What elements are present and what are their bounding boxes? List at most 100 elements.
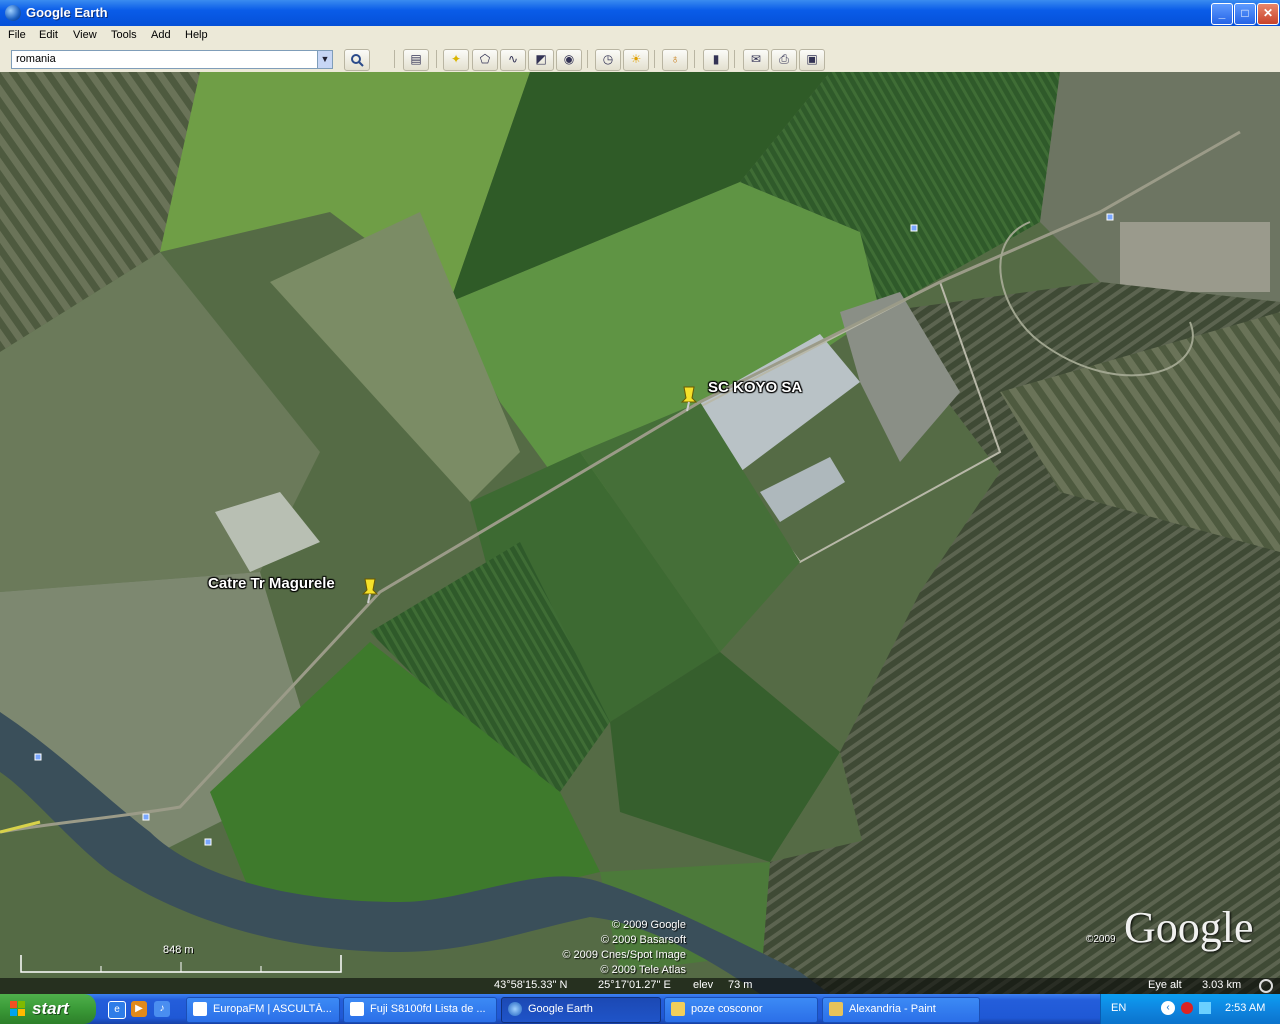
- email-button[interactable]: ✉: [743, 49, 769, 71]
- streaming-status-icon: [1259, 979, 1273, 993]
- planets-button[interactable]: ♁: [662, 49, 688, 71]
- logo-copyright-year: ©2009: [1086, 934, 1116, 945]
- window-title: Google Earth: [26, 5, 108, 20]
- polygon-icon: ⬠: [479, 52, 491, 66]
- menu-bar: File Edit View Tools Add Help: [0, 26, 1280, 46]
- sunlight-icon: ☀: [630, 52, 642, 66]
- clock: 2:53 AM: [1225, 1002, 1266, 1014]
- yellow-pushpin-icon[interactable]: [678, 384, 700, 412]
- sidebar-button[interactable]: ▤: [403, 49, 429, 71]
- paint-icon: [829, 1002, 843, 1016]
- task-label: Alexandria - Paint: [849, 1003, 936, 1015]
- sidebar-icon: ▤: [410, 52, 422, 66]
- toolbar-separator: [436, 50, 437, 68]
- folder-icon: [671, 1002, 685, 1016]
- credit-line: © 2009 Basarsoft: [600, 934, 686, 946]
- placemark-label-magurele[interactable]: Catre Tr Magurele: [208, 575, 335, 592]
- windows-taskbar: start e ▶ ♪ EuropaFM | ASCULTĂ... Fuji S…: [0, 994, 1280, 1024]
- path-icon: ∿: [507, 52, 519, 66]
- task-label: Google Earth: [528, 1003, 593, 1015]
- menu-add[interactable]: Add: [151, 29, 171, 41]
- map-export-icon: ▣: [806, 52, 818, 66]
- browser-icon: [350, 1002, 364, 1016]
- close-button[interactable]: ✕: [1257, 3, 1279, 25]
- menu-tools[interactable]: Tools: [111, 29, 137, 41]
- maximize-button[interactable]: □: [1234, 3, 1256, 25]
- start-button[interactable]: start: [0, 994, 96, 1024]
- collapse-tray-icon[interactable]: ‹: [1161, 1001, 1175, 1015]
- toolbar-separator: [734, 50, 735, 68]
- browser-icon: [193, 1002, 207, 1016]
- task-label: poze cosconor: [691, 1003, 763, 1015]
- menu-file[interactable]: File: [8, 29, 26, 41]
- volume-icon[interactable]: [1199, 1002, 1211, 1014]
- messenger-quicklaunch-icon[interactable]: ♪: [154, 1001, 170, 1017]
- credit-line: © 2009 Google: [611, 919, 686, 931]
- sunlight-button[interactable]: ☀: [623, 49, 649, 71]
- minimize-button[interactable]: _: [1211, 3, 1233, 25]
- eye-alt-label: Eye alt: [1148, 979, 1182, 991]
- record-tour-button[interactable]: ◉: [556, 49, 582, 71]
- historical-imagery-icon: ◷: [602, 52, 614, 66]
- elevation-label: elev: [693, 979, 714, 991]
- windows-logo-icon: [10, 1001, 25, 1016]
- start-label: start: [32, 999, 69, 1018]
- toolbar-separator: [694, 50, 695, 68]
- print-icon: ⎙: [779, 52, 789, 66]
- add-path-button[interactable]: ∿: [500, 49, 526, 71]
- historical-imagery-button[interactable]: ◷: [595, 49, 621, 71]
- ruler-button[interactable]: ▮: [703, 49, 729, 71]
- title-bar: Google Earth _ □ ✕: [0, 0, 1280, 26]
- google-earth-app-icon: [5, 5, 21, 21]
- longitude-readout: 25°17'01.27" E: [598, 979, 671, 991]
- toolbar-separator: [587, 50, 588, 68]
- satellite-imagery[interactable]: [0, 72, 1280, 994]
- language-indicator[interactable]: EN: [1111, 1002, 1126, 1014]
- add-placemark-button[interactable]: ✦: [443, 49, 469, 71]
- toolbar-separator: [394, 50, 395, 68]
- placemark-label-koyo[interactable]: SC KOYO SA: [708, 379, 802, 396]
- credit-line: © 2009 Cnes/Spot Image: [562, 949, 686, 961]
- credit-line: © 2009 Tele Atlas: [600, 964, 686, 976]
- chevron-down-icon[interactable]: ▼: [317, 51, 332, 68]
- imagery-credits: © 2009 Google © 2009 Basarsoft © 2009 Cn…: [540, 918, 686, 978]
- google-earth-icon: [508, 1002, 522, 1016]
- system-tray: EN ‹ 2:53 AM: [1100, 994, 1280, 1024]
- media-player-quicklaunch-icon[interactable]: ▶: [131, 1001, 147, 1017]
- status-bar: 43°58'15.33" N 25°17'01.27" E elev 73 m …: [0, 978, 1280, 994]
- task-google-earth[interactable]: Google Earth: [501, 997, 661, 1023]
- add-polygon-button[interactable]: ⬠: [472, 49, 498, 71]
- image-overlay-button[interactable]: ◩: [528, 49, 554, 71]
- task-fuji[interactable]: Fuji S8100fd Lista de ...: [343, 997, 497, 1023]
- record-tour-icon: ◉: [563, 52, 575, 66]
- placemark-icon: ✦: [450, 52, 462, 66]
- ie-quicklaunch-icon[interactable]: e: [108, 1001, 126, 1019]
- network-icon[interactable]: [1181, 1002, 1193, 1014]
- ruler-icon: ▮: [712, 52, 720, 66]
- map-export-button[interactable]: ▣: [799, 49, 825, 71]
- search-button[interactable]: [344, 49, 370, 71]
- task-poze-cosconor[interactable]: poze cosconor: [664, 997, 818, 1023]
- google-logo: Google: [1124, 903, 1254, 952]
- menu-help[interactable]: Help: [185, 29, 208, 41]
- task-paint[interactable]: Alexandria - Paint: [822, 997, 980, 1023]
- latitude-readout: 43°58'15.33" N: [494, 979, 568, 991]
- elevation-readout: 73 m: [728, 979, 753, 991]
- search-input[interactable]: [12, 51, 320, 66]
- task-label: EuropaFM | ASCULTĂ...: [213, 1003, 332, 1015]
- menu-edit[interactable]: Edit: [39, 29, 58, 41]
- image-overlay-icon: ◩: [535, 52, 547, 66]
- email-icon: ✉: [750, 52, 762, 66]
- task-label: Fuji S8100fd Lista de ...: [370, 1003, 486, 1015]
- scale-bar: [20, 955, 342, 973]
- toolbar-separator: [654, 50, 655, 68]
- eye-alt-readout: 3.03 km: [1202, 979, 1242, 991]
- search-combobox[interactable]: ▼: [11, 50, 333, 69]
- print-button[interactable]: ⎙: [771, 49, 797, 71]
- yellow-pushpin-icon[interactable]: [359, 576, 381, 604]
- menu-view[interactable]: View: [73, 29, 97, 41]
- task-europafm[interactable]: EuropaFM | ASCULTĂ...: [186, 997, 340, 1023]
- earth-map-view[interactable]: SC KOYO SA Catre Tr Magurele © 2009 Goog…: [0, 72, 1280, 994]
- planets-icon: ♁: [670, 52, 680, 66]
- magnifier-icon: [351, 54, 364, 67]
